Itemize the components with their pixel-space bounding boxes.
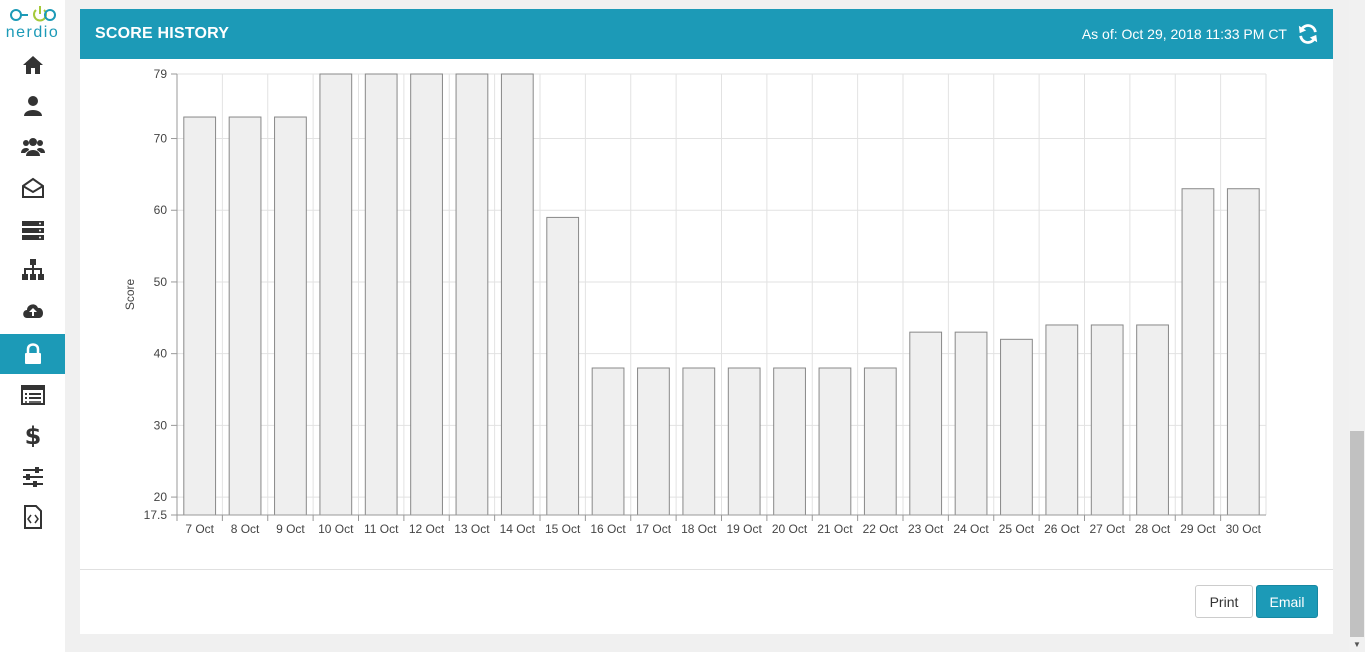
nav-users[interactable] (0, 127, 65, 167)
x-tick-label: 20 Oct (772, 522, 808, 536)
bar (1045, 324, 1079, 516)
y-tick-label: 20 (154, 490, 168, 504)
envelope-open-icon (21, 177, 44, 198)
bar (410, 73, 443, 516)
nav-sitemap[interactable] (0, 250, 65, 290)
lock-icon (24, 343, 41, 364)
list-icon (20, 385, 45, 405)
home-icon (22, 56, 43, 74)
nav-home[interactable] (0, 45, 65, 85)
print-button[interactable]: Print (1195, 585, 1253, 618)
svg-text:$: $ (24, 423, 41, 447)
x-tick-label: 12 Oct (409, 522, 445, 536)
server-icon (21, 221, 44, 240)
sidebar: nerdio $ (0, 0, 65, 652)
y-tick-label: 30 (154, 418, 168, 432)
bar (591, 367, 625, 516)
bar (274, 116, 307, 516)
nav-code[interactable] (0, 497, 65, 537)
footer-divider (80, 569, 1333, 570)
bar (228, 116, 262, 516)
bar (954, 331, 988, 516)
bar (319, 73, 353, 516)
x-tick-label: 10 Oct (318, 522, 354, 536)
x-tick-label: 27 Oct (1090, 522, 1126, 536)
x-tick-label: 25 Oct (999, 522, 1035, 536)
x-tick-label: 16 Oct (590, 522, 626, 536)
file-code-icon (23, 505, 42, 529)
nav-security[interactable] (0, 334, 65, 374)
nav-user[interactable] (0, 86, 65, 126)
bar (773, 367, 806, 516)
bar (1136, 324, 1169, 516)
nav-cloud-upload[interactable] (0, 290, 65, 330)
x-tick-label: 26 Oct (1044, 522, 1080, 536)
as-of-timestamp: As of: Oct 29, 2018 11:33 PM CT (1081, 26, 1287, 42)
x-tick-label: 17 Oct (636, 522, 672, 536)
bar (183, 116, 217, 516)
bar (1226, 188, 1260, 516)
x-tick-label: 28 Oct (1135, 522, 1171, 536)
nav-settings[interactable] (0, 457, 65, 497)
dollar-icon: $ (24, 423, 41, 447)
score-history-chart: 17.5 20 30 40 50 60 70 79 7 Oct 8 Oct 9 Oct 10 Oct 1… (123, 67, 1267, 536)
panel-title: SCORE HISTORY (95, 25, 230, 42)
x-tick-label: 23 Oct (908, 522, 944, 536)
bar (1090, 324, 1124, 516)
logo-text: nerdio (5, 24, 60, 41)
x-tick-label: 14 Oct (500, 522, 536, 536)
bar (909, 331, 943, 516)
y-tick-label: 17.5 (144, 508, 168, 522)
sitemap-icon (21, 259, 44, 280)
y-tick-label: 79 (154, 67, 168, 81)
y-tick-label: 50 (154, 275, 168, 289)
x-tick-label: 9 Oct (276, 522, 305, 536)
cloud-upload-icon (22, 304, 43, 318)
x-tick-label: 13 Oct (454, 522, 490, 536)
nav-billing[interactable]: $ (0, 415, 65, 455)
nav-servers[interactable] (0, 210, 65, 250)
bar (500, 73, 534, 516)
bar (546, 216, 580, 516)
x-tick-label: 30 Oct (1226, 522, 1262, 536)
bar (364, 73, 398, 516)
bar (818, 367, 852, 516)
scrollbar-thumb[interactable] (1350, 431, 1364, 637)
y-axis-label: Score (123, 279, 137, 311)
bar (1000, 338, 1033, 516)
x-tick-label: 15 Oct (545, 522, 581, 536)
scroll-down-arrow-icon[interactable]: ▼ (1351, 640, 1363, 650)
y-tick-label: 70 (154, 132, 168, 146)
user-icon (23, 96, 42, 116)
score-history-panel: SCORE HISTORY As of: Oct 29, 2018 11:33 … (80, 9, 1333, 634)
bar (1181, 188, 1215, 516)
email-button[interactable]: Email (1256, 585, 1318, 618)
nav-mail[interactable] (0, 168, 65, 208)
x-tick-label: 19 Oct (727, 522, 763, 536)
bar (637, 367, 670, 516)
x-tick-label: 29 Oct (1180, 522, 1216, 536)
bar (455, 73, 489, 516)
x-tick-label: 11 Oct (364, 522, 399, 536)
x-tick-label: 22 Oct (863, 522, 899, 536)
x-tick-label: 18 Oct (681, 522, 717, 536)
logo-mark-icon (10, 6, 56, 22)
bar (727, 367, 761, 516)
bar (682, 367, 716, 516)
nav-list[interactable] (0, 375, 65, 415)
x-tick-label: 21 Oct (817, 522, 853, 536)
x-tick-label: 7 Oct (185, 522, 214, 536)
y-tick-label: 60 (154, 203, 168, 217)
y-tick-label: 40 (154, 347, 168, 361)
nerdio-logo[interactable]: nerdio (0, 4, 65, 44)
users-icon (20, 138, 45, 156)
panel-header: SCORE HISTORY As of: Oct 29, 2018 11:33 … (80, 9, 1333, 59)
x-tick-label: 24 Oct (953, 522, 989, 536)
sliders-icon (22, 467, 43, 487)
x-tick-label: 8 Oct (231, 522, 260, 536)
bar (863, 367, 897, 516)
refresh-icon[interactable] (1297, 23, 1319, 45)
